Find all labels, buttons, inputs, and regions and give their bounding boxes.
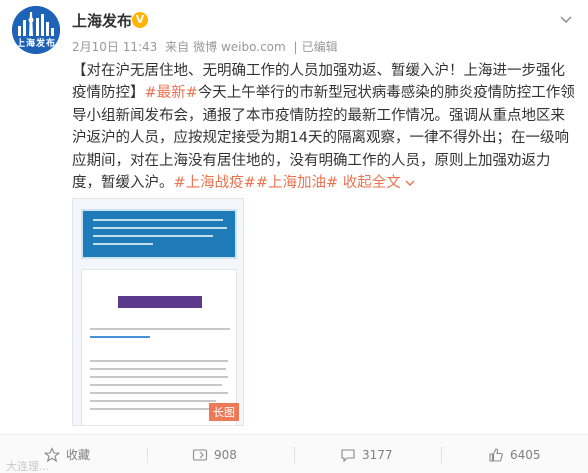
repost-icon <box>192 448 208 461</box>
image-banner <box>118 296 202 308</box>
more-options-chevron-icon[interactable] <box>556 10 576 30</box>
image-text-line <box>93 227 227 229</box>
image-text-line <box>90 368 226 370</box>
long-image-badge: 长图 <box>209 403 239 421</box>
image-text-line <box>90 376 228 378</box>
account-name[interactable]: 上海发布 <box>72 10 132 31</box>
post-header: 上海发布 上海发布 V 2月10日 11:43 来自 微博 weibo.com |… <box>0 0 588 60</box>
image-text-line <box>90 400 216 402</box>
collapse-label: 收起全文 <box>342 175 401 192</box>
image-text-line <box>90 392 228 394</box>
image-text-line <box>93 235 213 237</box>
source-prefix: 来自 <box>165 40 190 54</box>
action-divider <box>294 447 295 463</box>
like-button[interactable]: 6405 <box>488 435 541 473</box>
collapse-full-text-link[interactable]: 收起全文 <box>343 175 416 191</box>
image-text-line <box>93 219 223 221</box>
comment-icon <box>341 448 355 462</box>
avatar-label: 上海发布 <box>15 39 56 49</box>
separator: | <box>293 40 298 54</box>
favorite-label: 收藏 <box>66 448 91 462</box>
long-image-thumbnail[interactable]: 长图 <box>72 198 244 426</box>
image-header-block <box>81 209 237 259</box>
topic-tag-shanghai-fight[interactable]: #上海战疫# <box>174 175 256 191</box>
edited-label[interactable]: 已编辑 <box>302 40 338 54</box>
verified-badge: V <box>132 12 148 28</box>
favorite-button[interactable]: 收藏 <box>44 435 90 473</box>
image-text-line <box>90 384 222 386</box>
comment-button[interactable]: 3177 <box>340 435 393 473</box>
avatar[interactable]: 上海发布 <box>12 6 60 54</box>
repost-count: 908 <box>214 447 237 462</box>
repost-button[interactable]: 908 <box>192 435 237 473</box>
image-text-line <box>90 336 150 338</box>
image-text-line <box>93 243 153 245</box>
image-text-line <box>90 328 230 330</box>
like-count: 6405 <box>510 447 541 462</box>
post-date[interactable]: 2月10日 <box>72 40 119 54</box>
comment-count: 3177 <box>362 447 393 462</box>
post-text: 【对在沪无居住地、无明确工作的人员加强劝返、暂缓入沪！上海进一步强化疫情防控】#… <box>72 60 576 194</box>
post-meta: 2月10日 11:43 来自 微博 weibo.com | 已编辑 <box>72 38 338 55</box>
image-text-line <box>90 360 228 362</box>
chevron-down-icon <box>405 180 415 187</box>
image-text-line <box>90 408 226 410</box>
post-source[interactable]: 微博 weibo.com <box>193 40 286 54</box>
thumbs-up-icon <box>489 447 503 462</box>
action-divider <box>441 447 442 463</box>
latest-topic-link[interactable]: #最新# <box>145 85 198 101</box>
action-bar: 收藏 908 3177 6405 <box>0 434 588 473</box>
watermark: 大连理... <box>6 460 50 473</box>
post-time[interactable]: 11:43 <box>123 40 158 54</box>
topic-tag-shanghai-go[interactable]: #上海加油# <box>256 175 338 191</box>
action-divider <box>147 447 148 463</box>
